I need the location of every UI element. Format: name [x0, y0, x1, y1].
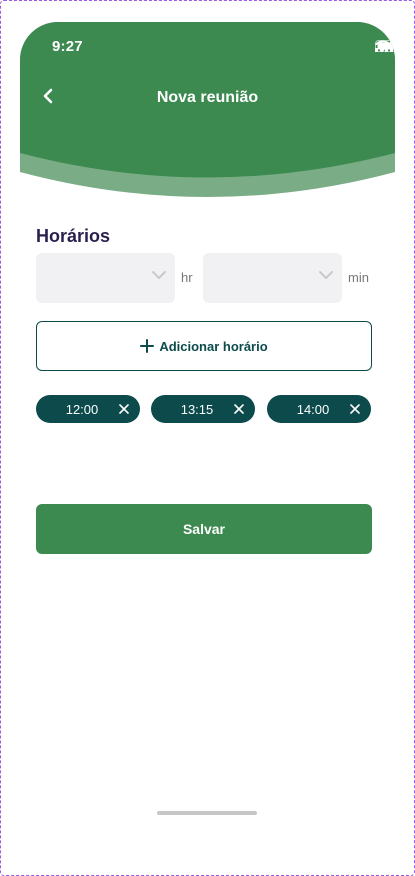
phone-screen: 9:27 Nova reunião Horários hr min Adicio…: [20, 22, 395, 834]
time-chip: 13:15: [151, 395, 255, 423]
header: 9:27 Nova reunião: [20, 22, 395, 204]
chevron-down-icon: [319, 271, 333, 279]
close-icon[interactable]: [234, 404, 244, 414]
minute-select[interactable]: [203, 253, 342, 303]
hour-unit-label: hr: [181, 270, 193, 285]
close-icon[interactable]: [119, 404, 129, 414]
time-chip-label: 12:00: [65, 402, 99, 417]
page-title: Nova reunião: [156, 89, 259, 106]
add-time-label: Adicionar horário: [159, 338, 268, 354]
chevron-down-icon: [152, 271, 166, 279]
close-icon[interactable]: [350, 404, 360, 414]
section-title: Horários: [36, 226, 111, 246]
minute-unit-label: min: [348, 270, 369, 285]
time-chip-label: 14:00: [296, 402, 330, 417]
battery-icon: [375, 40, 395, 52]
hour-select[interactable]: [36, 253, 175, 303]
plus-icon: [140, 339, 155, 353]
home-indicator: [157, 811, 257, 815]
status-time: 9:27: [52, 38, 83, 55]
add-time-button[interactable]: Adicionar horário: [36, 321, 372, 371]
time-chip: 12:00: [36, 395, 140, 423]
save-button[interactable]: Salvar: [36, 504, 372, 554]
time-chip-label: 13:15: [180, 402, 214, 417]
time-chip: 14:00: [267, 395, 371, 423]
